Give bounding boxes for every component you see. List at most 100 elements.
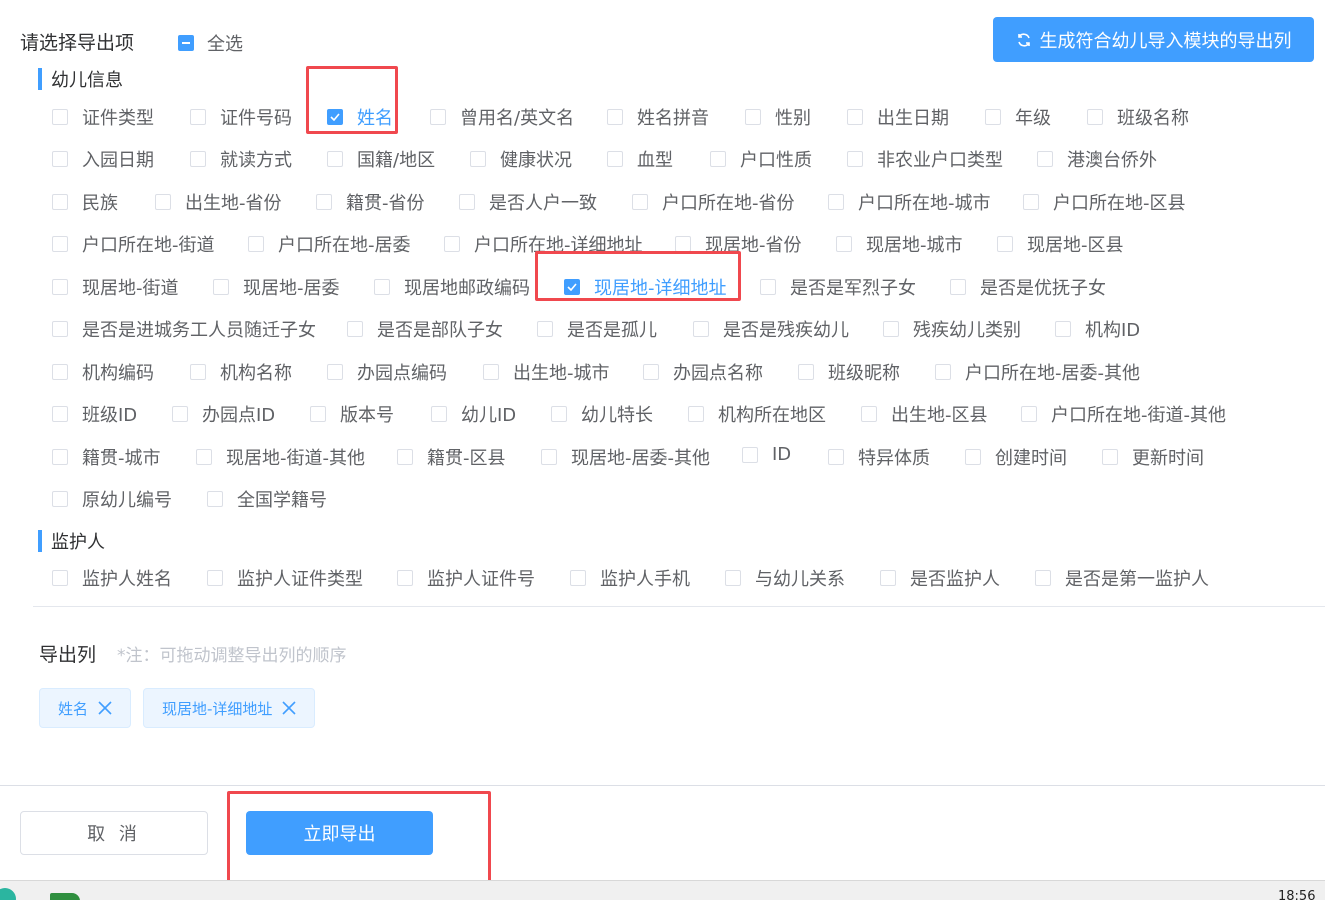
export-option-checkbox[interactable]: 血型 [607,146,673,172]
checkbox-icon[interactable] [374,279,390,295]
export-option-checkbox[interactable]: 户口所在地-区县 [1023,189,1186,215]
checkbox-checked-icon[interactable] [564,279,580,295]
checkbox-icon[interactable] [397,570,413,586]
export-option-checkbox[interactable]: 户口所在地-居委-其他 [935,359,1140,385]
export-option-checkbox[interactable]: 残疾幼儿类别 [883,316,1021,342]
checkbox-icon[interactable] [52,570,68,586]
export-option-checkbox[interactable]: 年级 [985,104,1051,130]
checkbox-icon[interactable] [190,364,206,380]
export-option-checkbox[interactable]: 姓名 [327,104,393,130]
export-option-checkbox[interactable]: 籍贯-省份 [316,189,425,215]
checkbox-icon[interactable] [985,109,1001,125]
export-option-checkbox[interactable]: 是否是第一监护人 [1035,565,1209,591]
checkbox-icon[interactable] [483,364,499,380]
export-option-checkbox[interactable]: 是否是军烈子女 [760,274,916,300]
checkbox-icon[interactable] [327,364,343,380]
export-option-checkbox[interactable]: 办园点ID [172,401,275,427]
export-option-checkbox[interactable]: 创建时间 [965,444,1067,470]
export-option-checkbox[interactable]: 国籍/地区 [327,146,435,172]
checkbox-icon[interactable] [688,406,704,422]
export-option-checkbox[interactable]: 机构ID [1055,316,1140,342]
export-option-checkbox[interactable]: ID [742,444,791,465]
checkbox-icon[interactable] [570,570,586,586]
export-option-checkbox[interactable]: 监护人证件号 [397,565,535,591]
checkbox-icon[interactable] [537,321,553,337]
checkbox-icon[interactable] [52,321,68,337]
checkbox-icon[interactable] [207,570,223,586]
checkbox-icon[interactable] [430,109,446,125]
export-option-checkbox[interactable]: 户口性质 [710,146,812,172]
export-tag-current-address[interactable]: 现居地-详细地址 [143,688,315,728]
checkbox-icon[interactable] [1035,570,1051,586]
checkbox-icon[interactable] [828,194,844,210]
export-option-checkbox[interactable]: 监护人姓名 [52,565,172,591]
checkbox-icon[interactable] [1087,109,1103,125]
export-option-checkbox[interactable]: 是否是部队子女 [347,316,503,342]
export-option-checkbox[interactable]: 现居地-城市 [836,231,963,257]
checkbox-icon[interactable] [52,279,68,295]
checkbox-icon[interactable] [190,109,206,125]
export-option-checkbox[interactable]: 机构所在地区 [688,401,826,427]
select-all-indeterminate-icon[interactable] [178,35,194,51]
checkbox-icon[interactable] [347,321,363,337]
checkbox-icon[interactable] [997,236,1013,252]
checkbox-icon[interactable] [316,194,332,210]
export-option-checkbox[interactable]: 籍贯-区县 [397,444,506,470]
checkbox-icon[interactable] [675,236,691,252]
export-option-checkbox[interactable]: 与幼儿关系 [725,565,845,591]
export-option-checkbox[interactable]: 监护人证件类型 [207,565,363,591]
export-option-checkbox[interactable]: 是否是残疾幼儿 [693,316,849,342]
export-option-checkbox[interactable]: 港澳台侨外 [1037,146,1157,172]
checkbox-icon[interactable] [607,109,623,125]
checkbox-icon[interactable] [551,406,567,422]
checkbox-icon[interactable] [52,151,68,167]
checkbox-icon[interactable] [607,151,623,167]
export-option-checkbox[interactable]: 证件号码 [190,104,292,130]
export-option-checkbox[interactable]: 是否监护人 [880,565,1000,591]
checkbox-icon[interactable] [52,364,68,380]
export-option-checkbox[interactable]: 入园日期 [52,146,154,172]
export-option-checkbox[interactable]: 户口所在地-城市 [828,189,991,215]
checkbox-icon[interactable] [444,236,460,252]
checkbox-icon[interactable] [207,491,223,507]
checkbox-icon[interactable] [172,406,188,422]
taskbar-app-icon[interactable] [50,893,80,900]
export-option-checkbox[interactable]: 非农业户口类型 [847,146,1003,172]
checkbox-icon[interactable] [155,194,171,210]
checkbox-icon[interactable] [1037,151,1053,167]
checkbox-icon[interactable] [745,109,761,125]
export-option-checkbox[interactable]: 幼儿ID [431,401,516,427]
export-now-button[interactable]: 立即导出 [246,811,433,855]
export-option-checkbox[interactable]: 证件类型 [52,104,154,130]
checkbox-icon[interactable] [693,321,709,337]
export-option-checkbox[interactable]: 出生日期 [847,104,949,130]
checkbox-icon[interactable] [1055,321,1071,337]
checkbox-icon[interactable] [52,236,68,252]
checkbox-icon[interactable] [190,151,206,167]
export-option-checkbox[interactable]: 幼儿特长 [551,401,653,427]
export-option-checkbox[interactable]: 现居地-详细地址 [564,274,727,300]
checkbox-icon[interactable] [798,364,814,380]
checkbox-icon[interactable] [1021,406,1037,422]
export-option-checkbox[interactable]: 是否是进城务工人员随迁子女 [52,316,316,342]
export-option-checkbox[interactable]: 户口所在地-居委 [248,231,411,257]
checkbox-icon[interactable] [760,279,776,295]
export-option-checkbox[interactable]: 就读方式 [190,146,292,172]
export-option-checkbox[interactable]: 出生地-城市 [483,359,610,385]
checkbox-icon[interactable] [828,449,844,465]
export-option-checkbox[interactable]: 班级昵称 [798,359,900,385]
export-option-checkbox[interactable]: 出生地-区县 [861,401,988,427]
checkbox-icon[interactable] [861,406,877,422]
export-option-checkbox[interactable]: 办园点编码 [327,359,447,385]
export-option-checkbox[interactable]: 曾用名/英文名 [430,104,574,130]
export-option-checkbox[interactable]: 班级名称 [1087,104,1189,130]
export-option-checkbox[interactable]: 健康状况 [470,146,572,172]
close-icon[interactable] [98,701,112,715]
checkbox-icon[interactable] [470,151,486,167]
checkbox-icon[interactable] [847,109,863,125]
checkbox-icon[interactable] [541,449,557,465]
export-option-checkbox[interactable]: 版本号 [310,401,394,427]
export-option-checkbox[interactable]: 户口所在地-省份 [632,189,795,215]
checkbox-icon[interactable] [883,321,899,337]
export-option-checkbox[interactable]: 户口所在地-详细地址 [444,231,643,257]
